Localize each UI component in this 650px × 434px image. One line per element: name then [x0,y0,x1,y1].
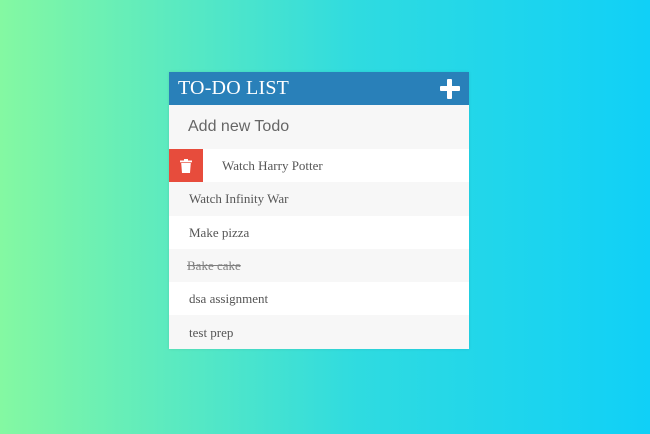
todo-item[interactable]: Bake cake [169,248,469,283]
todo-text: Watch Harry Potter [222,158,323,174]
todo-item[interactable]: Watch Harry Potter [169,149,469,183]
todo-item[interactable]: Make pizza [169,215,469,249]
todo-text: Bake cake [187,258,241,274]
todo-item[interactable]: dsa assignment [169,282,469,316]
todo-text: Watch Infinity War [189,191,289,207]
todo-header: TO-DO LIST [169,72,469,105]
plus-icon[interactable] [440,78,460,99]
todo-text: Make pizza [189,224,250,240]
app-title: TO-DO LIST [178,77,290,99]
todo-text: test prep [189,324,234,340]
new-todo-input[interactable] [169,105,469,149]
delete-button[interactable] [169,149,203,183]
todo-item[interactable]: Watch Infinity War [169,182,469,216]
todo-text: dsa assignment [189,291,269,307]
todo-list: Watch Harry Potter Watch Infinity War Ma… [169,149,469,349]
trash-icon [180,158,192,173]
todo-item[interactable]: test prep [169,315,469,349]
todo-card: TO-DO LIST Watch Harry Potter [169,72,469,349]
